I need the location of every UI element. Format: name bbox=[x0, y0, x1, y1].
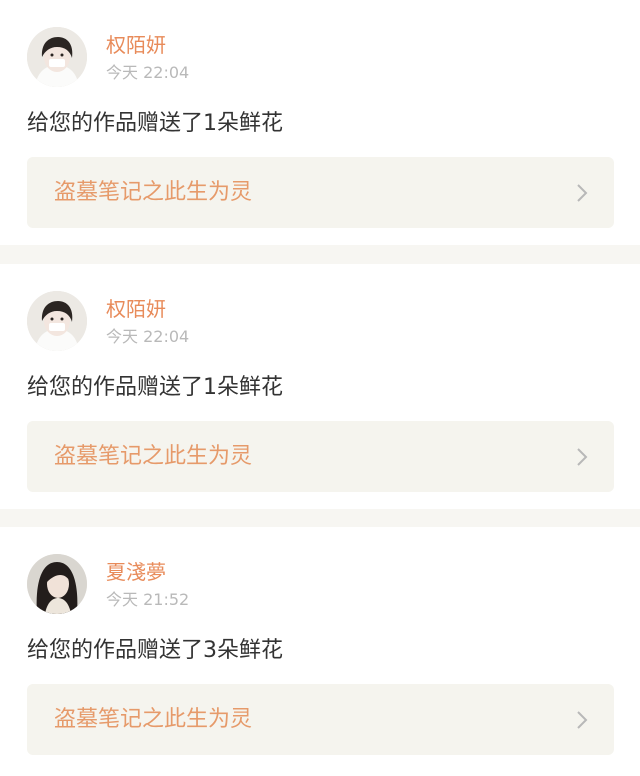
gift-message: 给您的作品赠送了3朵鲜花 bbox=[27, 638, 283, 663]
chevron-right-icon bbox=[577, 711, 588, 729]
gift-message: 给您的作品赠送了1朵鲜花 bbox=[27, 111, 283, 136]
work-link-button[interactable]: 盗墓笔记之此生为灵 bbox=[27, 421, 614, 492]
notification-card: 权陌妍 今天 22:04 给您的作品赠送了1朵鲜花 盗墓笔记之此生为灵 bbox=[0, 0, 640, 245]
work-title: 盗墓笔记之此生为灵 bbox=[54, 180, 253, 205]
user-avatar[interactable] bbox=[27, 291, 87, 351]
username[interactable]: 夏淺夢 bbox=[106, 559, 166, 585]
gift-message: 给您的作品赠送了1朵鲜花 bbox=[27, 375, 283, 400]
notification-card: 夏淺夢 今天 21:52 给您的作品赠送了3朵鲜花 盗墓笔记之此生为灵 bbox=[0, 527, 640, 776]
timestamp: 今天 22:04 bbox=[106, 63, 190, 82]
work-link-button[interactable]: 盗墓笔记之此生为灵 bbox=[27, 684, 614, 755]
timestamp: 今天 22:04 bbox=[106, 327, 190, 346]
notification-card: 权陌妍 今天 22:04 给您的作品赠送了1朵鲜花 盗墓笔记之此生为灵 bbox=[0, 264, 640, 509]
chevron-right-icon bbox=[577, 448, 588, 466]
chevron-right-icon bbox=[577, 184, 588, 202]
user-avatar[interactable] bbox=[27, 554, 87, 614]
username[interactable]: 权陌妍 bbox=[106, 32, 166, 58]
work-link-button[interactable]: 盗墓笔记之此生为灵 bbox=[27, 157, 614, 228]
avatar-girl-long-hair-icon bbox=[27, 554, 87, 614]
avatar-girl-bangs-icon bbox=[27, 27, 87, 87]
avatar-girl-bangs-icon bbox=[27, 291, 87, 351]
timestamp: 今天 21:52 bbox=[106, 590, 190, 609]
work-title: 盗墓笔记之此生为灵 bbox=[54, 444, 253, 469]
username[interactable]: 权陌妍 bbox=[106, 296, 166, 322]
work-title: 盗墓笔记之此生为灵 bbox=[54, 707, 253, 732]
user-avatar[interactable] bbox=[27, 27, 87, 87]
